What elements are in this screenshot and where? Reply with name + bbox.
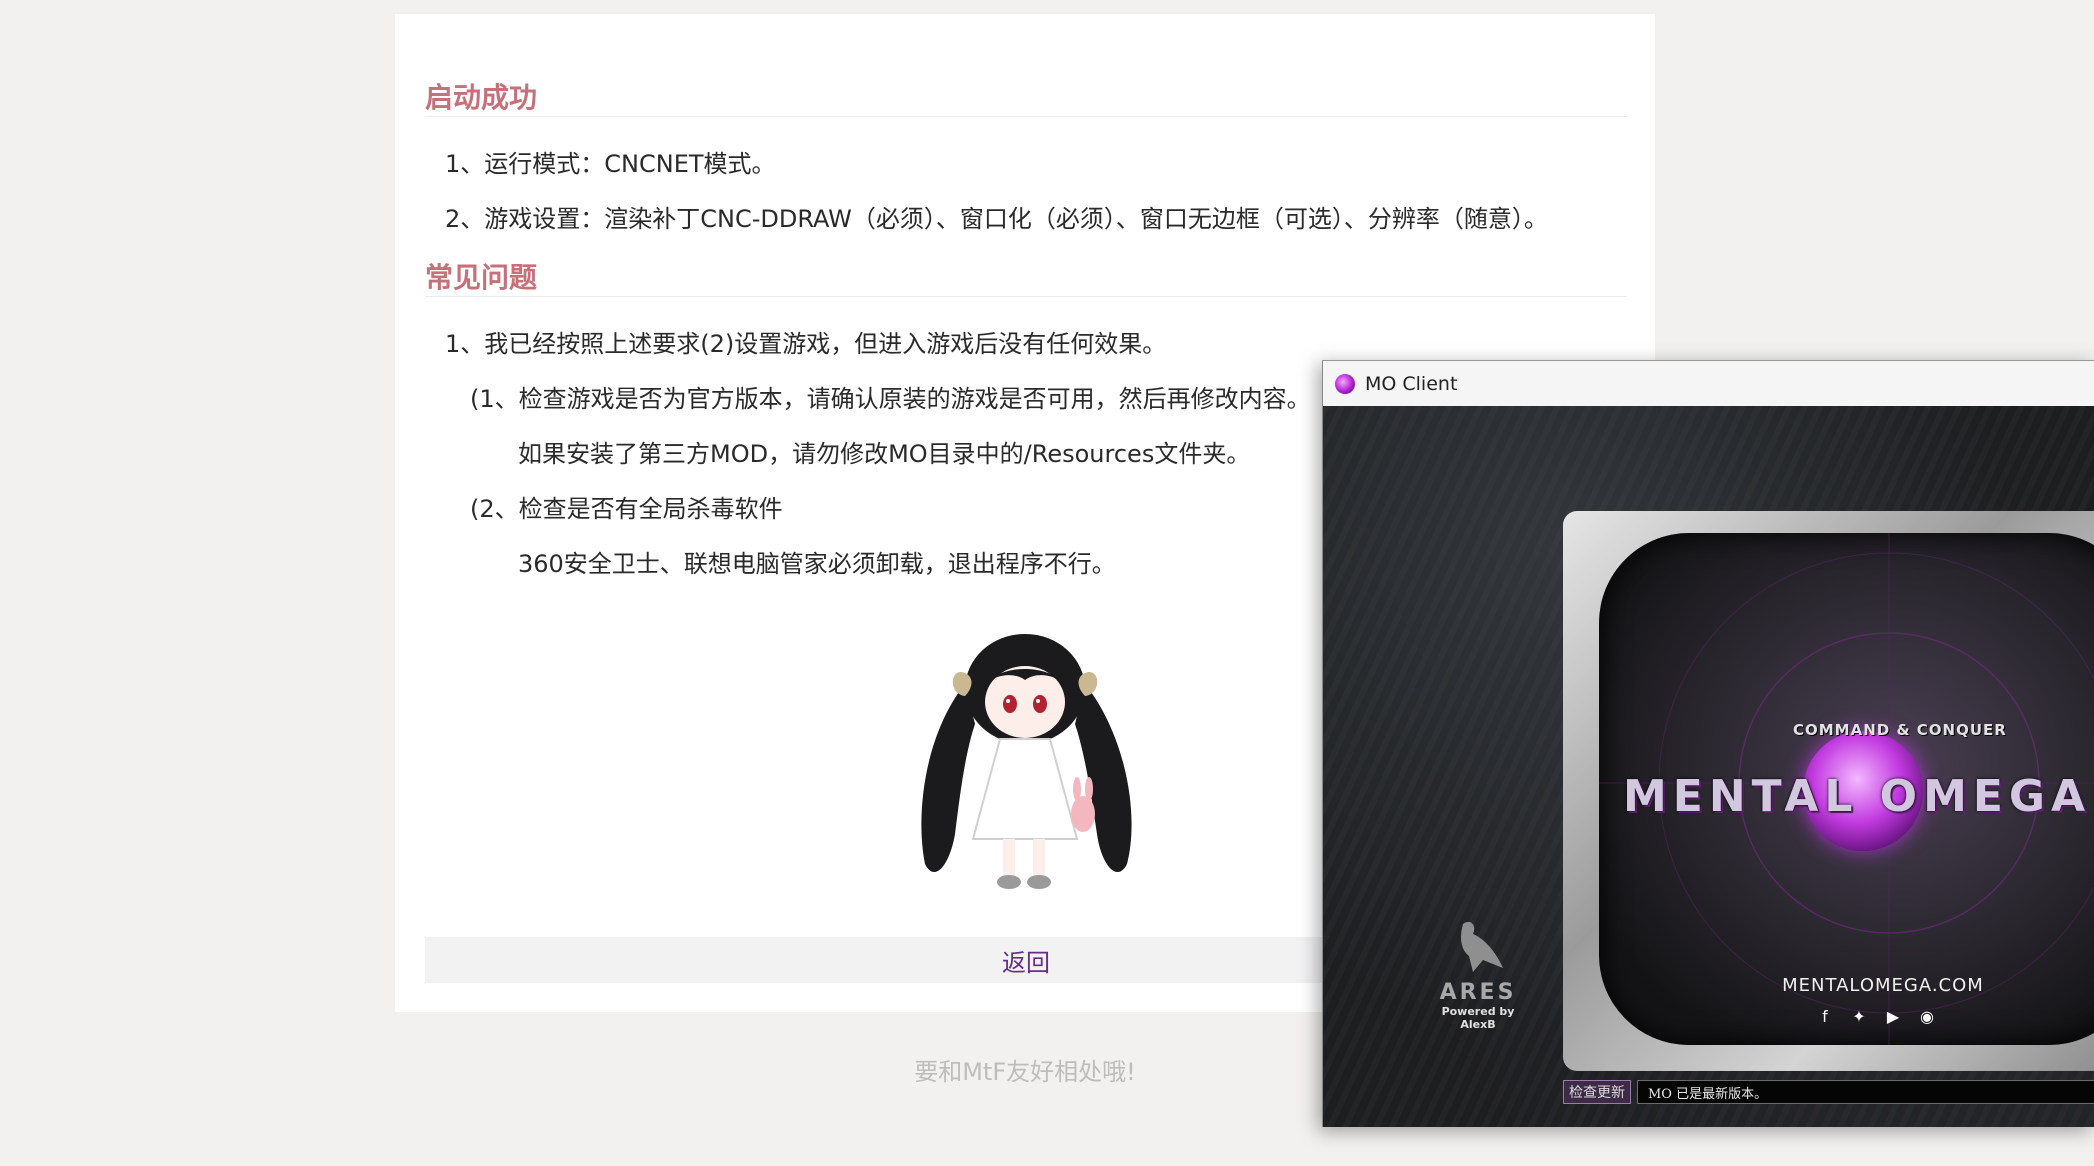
launch-item-1: 1、运行模式：CNCNET模式。 xyxy=(445,150,776,178)
launch-item-2: 2、游戏设置：渲染补丁CNC-DDRAW（必须）、窗口化（必须）、窗口无边框（可… xyxy=(445,205,1548,233)
twitter-icon[interactable]: ✦ xyxy=(1849,1007,1869,1027)
faq-answer-2-note: 360安全卫士、联想电脑管家必须卸载，退出程序不行。 xyxy=(518,550,1116,578)
social-links: f ✦ ▶ ◉ xyxy=(1815,1007,1937,1027)
faq-question-1: 1、我已经按照上述要求(2)设置游戏，但进入游戏后没有任何效果。 xyxy=(445,330,1167,358)
mental-omega-logo: COMMAND & CONQUER MENTAL OMEGA xyxy=(1623,711,2094,861)
mo-client-title: MO Client xyxy=(1365,372,1458,395)
divider xyxy=(425,296,1627,297)
section-title-launch-success: 启动成功 xyxy=(425,81,538,114)
faq-answer-2: (2、检查是否有全局杀毒软件 xyxy=(470,495,783,523)
ares-label: ARES xyxy=(1439,980,1517,1005)
mascot-illustration xyxy=(921,634,1132,889)
ares-powered-by: Powered by AlexB xyxy=(1441,1005,1515,1031)
mo-background: ARES Powered by AlexB COMMAND & CONQUER … xyxy=(1323,406,2094,1127)
mo-client-titlebar[interactable]: MO Client xyxy=(1323,361,2094,406)
faq-answer-1: (1、检查游戏是否为官方版本，请确认原装的游戏是否可用，然后再修改内容。 xyxy=(470,385,1311,413)
youtube-icon[interactable]: ▶ xyxy=(1883,1007,1903,1027)
mental-omega-title: MENTAL OMEGA xyxy=(1623,771,2092,822)
ares-logo: ARES Powered by AlexB xyxy=(1423,916,1533,1031)
section-title-faq: 常见问题 xyxy=(425,261,538,294)
command-conquer-label: COMMAND & CONQUER xyxy=(1793,721,2007,739)
mo-app-icon xyxy=(1335,373,1355,394)
mo-launcher-panel: COMMAND & CONQUER MENTAL OMEGA MENTALOME… xyxy=(1563,511,2094,1071)
mo-website-url[interactable]: MENTALOMEGA.COM xyxy=(1733,975,2033,996)
vulture-icon xyxy=(1461,921,1503,972)
mo-client-window[interactable]: MO Client ARES Powered by AlexB COMMAND … xyxy=(1322,360,2094,1127)
discord-icon[interactable]: ◉ xyxy=(1917,1007,1937,1027)
faq-answer-1-note: 如果安装了第三方MOD，请勿修改MO目录中的/Resources文件夹。 xyxy=(518,440,1251,468)
mo-statusbar: 检查更新 MO 已是最新版本。 xyxy=(1563,1079,2094,1105)
divider xyxy=(425,116,1627,117)
update-status-text: MO 已是最新版本。 xyxy=(1637,1080,2094,1104)
check-update-button[interactable]: 检查更新 xyxy=(1563,1080,1631,1104)
facebook-icon[interactable]: f xyxy=(1815,1007,1835,1027)
